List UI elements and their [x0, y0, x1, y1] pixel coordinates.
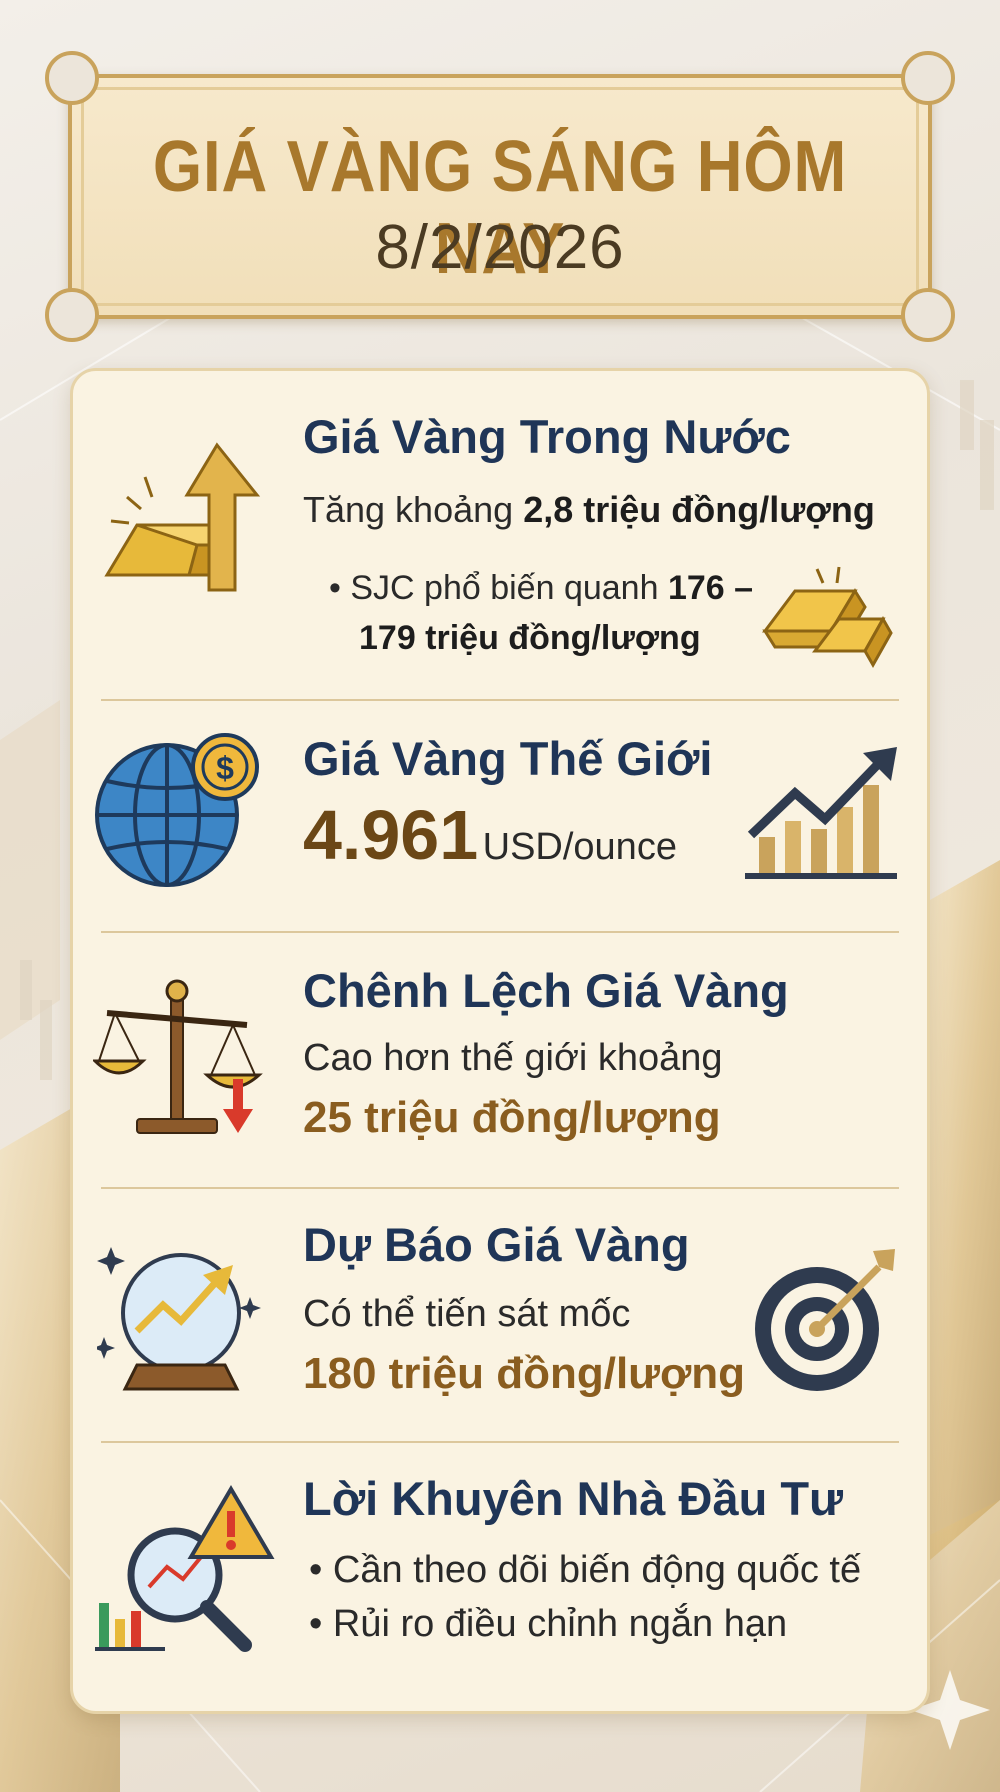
- banner-corner: [901, 288, 955, 342]
- svg-text:$: $: [216, 750, 234, 786]
- globe-dollar-icon: $: [95, 733, 259, 887]
- section-domestic-price: Giá Vàng Trong Nước Tăng khoảng 2,8 triệ…: [73, 371, 927, 701]
- advice-text: Cần theo dõi biến động quốc tế: [332, 1549, 862, 1591]
- magnifier-warning-icon: [95, 1485, 275, 1652]
- sjc-range-end: 179 triệu đồng/lượng: [359, 619, 701, 657]
- forecast-line: Có thể tiến sát mốc: [303, 1293, 631, 1335]
- bullet-dot: •: [309, 1603, 323, 1645]
- balance-scale-icon: [93, 979, 263, 1134]
- target-icon: [755, 1249, 895, 1391]
- forecast-value: 180 triệu đồng/lượng: [303, 1349, 746, 1398]
- banner-corner: [45, 288, 99, 342]
- sjc-range-start: 176 –: [667, 569, 754, 607]
- section-world-price: $ Giá Vàng Thế Giới 4.961 USD/ounce: [73, 701, 927, 933]
- advice-bullet: • Rủi ro điều chỉnh ngắn hạn: [309, 1603, 787, 1646]
- banner-corner: [45, 51, 99, 105]
- section-heading: Lời Khuyên Nhà Đầu Tư: [303, 1472, 844, 1525]
- crystal-ball-icon: [97, 1247, 261, 1391]
- increase-prefix: Tăng khoảng: [303, 489, 514, 530]
- section-heading: Giá Vàng Trong Nước: [303, 410, 791, 463]
- world-price-unit: USD/ounce: [482, 826, 677, 868]
- sjc-bullet: • SJC phổ biến quanh 176 –: [329, 569, 753, 608]
- section-heading: Chênh Lệch Giá Vàng: [303, 964, 789, 1017]
- bullet-dot: •: [329, 569, 341, 607]
- info-card: Giá Vàng Trong Nước Tăng khoảng 2,8 triệ…: [70, 368, 930, 1714]
- section-investor-advice: Lời Khuyên Nhà Đầu Tư • Cần theo dõi biế…: [73, 1443, 927, 1713]
- gold-bar-up-arrow-icon: [104, 442, 261, 592]
- page-date: 8/2/2026: [375, 213, 625, 282]
- advice-bullet: • Cần theo dõi biến động quốc tế: [309, 1549, 861, 1592]
- increase-line: Tăng khoảng 2,8 triệu đồng/lượng: [303, 489, 875, 531]
- rising-bar-chart-icon: [745, 747, 897, 879]
- increase-value: 2,8 triệu đồng/lượng: [523, 489, 875, 530]
- gold-bars-icon: [762, 566, 893, 669]
- banner-corner: [901, 51, 955, 105]
- section-heading: Dự Báo Giá Vàng: [303, 1218, 690, 1271]
- bullet-dot: •: [309, 1549, 323, 1591]
- section-forecast: Dự Báo Giá Vàng Có thể tiến sát mốc 180 …: [73, 1189, 927, 1443]
- advice-text: Rủi ro điều chỉnh ngắn hạn: [332, 1603, 788, 1645]
- section-heading: Giá Vàng Thế Giới: [303, 732, 713, 785]
- world-price-value: 4.961: [303, 796, 479, 874]
- section-price-gap: Chênh Lệch Giá Vàng Cao hơn thế giới kho…: [73, 933, 927, 1191]
- sjc-prefix: SJC phổ biến quanh: [350, 569, 659, 607]
- price-gap-line: Cao hơn thế giới khoảng: [303, 1037, 723, 1079]
- price-gap-value: 25 triệu đồng/lượng: [303, 1093, 721, 1142]
- title-banner: GIÁ VÀNG SÁNG HÔM NAY 8/2/2026: [45, 51, 955, 342]
- world-price-line: 4.961 USD/ounce: [303, 795, 677, 875]
